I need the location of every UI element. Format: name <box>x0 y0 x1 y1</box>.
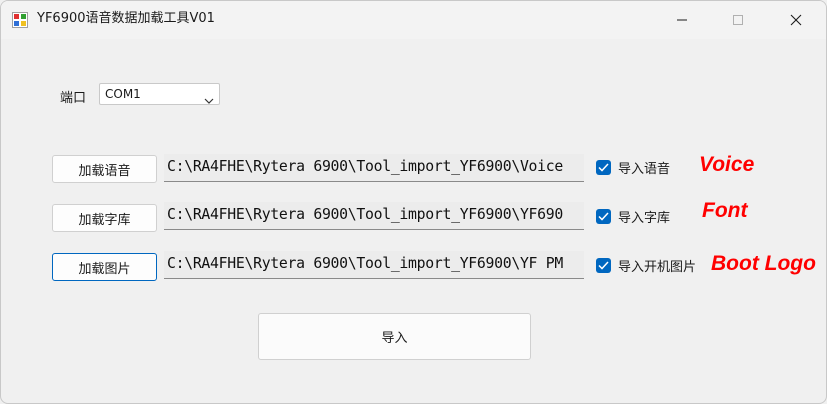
image-path-text: C:\RA4FHE\Rytera 6900\Tool_import_YF6900… <box>167 255 563 272</box>
load-font-button[interactable]: 加载字库 <box>52 204 157 232</box>
import-font-checkbox[interactable] <box>596 209 611 224</box>
checkmark-icon <box>598 212 609 221</box>
minimize-icon <box>677 19 687 21</box>
close-icon <box>790 14 802 26</box>
import-button[interactable]: 导入 <box>258 313 531 360</box>
window-title: YF6900语音数据加载工具V01 <box>37 11 215 26</box>
chevron-down-icon <box>204 90 214 109</box>
load-image-button[interactable]: 加载图片 <box>52 253 157 281</box>
import-boot-image-label: 导入开机图片 <box>618 260 697 275</box>
maximize-icon <box>733 15 743 25</box>
close-button[interactable] <box>773 1 819 39</box>
import-voice-label: 导入语音 <box>618 162 671 177</box>
port-select[interactable]: COM1 <box>99 83 220 105</box>
load-image-label: 加载图片 <box>78 261 131 277</box>
voice-path-field[interactable]: C:\RA4FHE\Rytera 6900\Tool_import_YF6900… <box>164 154 584 182</box>
app-window: YF6900语音数据加载工具V01 端口 COM1 加载语音 C:\RA4FHE… <box>0 0 827 404</box>
boot-logo-annotation: Boot Logo <box>711 252 816 275</box>
port-label: 端口 <box>60 91 87 106</box>
load-font-label: 加载字库 <box>78 212 131 228</box>
import-voice-checkbox[interactable] <box>596 160 611 175</box>
voice-path-text: C:\RA4FHE\Rytera 6900\Tool_import_YF6900… <box>167 158 563 175</box>
font-path-field[interactable]: C:\RA4FHE\Rytera 6900\Tool_import_YF6900… <box>164 202 584 230</box>
app-icon <box>12 12 28 28</box>
port-select-value: COM1 <box>105 87 141 101</box>
image-path-field[interactable]: C:\RA4FHE\Rytera 6900\Tool_import_YF6900… <box>164 251 584 279</box>
import-boot-image-checkbox[interactable] <box>596 258 611 273</box>
minimize-button[interactable] <box>659 1 705 39</box>
load-voice-button[interactable]: 加载语音 <box>52 155 157 183</box>
load-voice-label: 加载语音 <box>78 163 131 179</box>
import-button-label: 导入 <box>381 331 408 346</box>
checkmark-icon <box>598 163 609 172</box>
font-annotation: Font <box>702 199 748 222</box>
import-font-label: 导入字库 <box>618 211 671 226</box>
checkmark-icon <box>598 261 609 270</box>
voice-annotation: Voice <box>699 153 755 176</box>
maximize-button[interactable] <box>715 1 761 39</box>
title-bar[interactable]: YF6900语音数据加载工具V01 <box>1 1 826 39</box>
font-path-text: C:\RA4FHE\Rytera 6900\Tool_import_YF6900… <box>167 206 563 223</box>
